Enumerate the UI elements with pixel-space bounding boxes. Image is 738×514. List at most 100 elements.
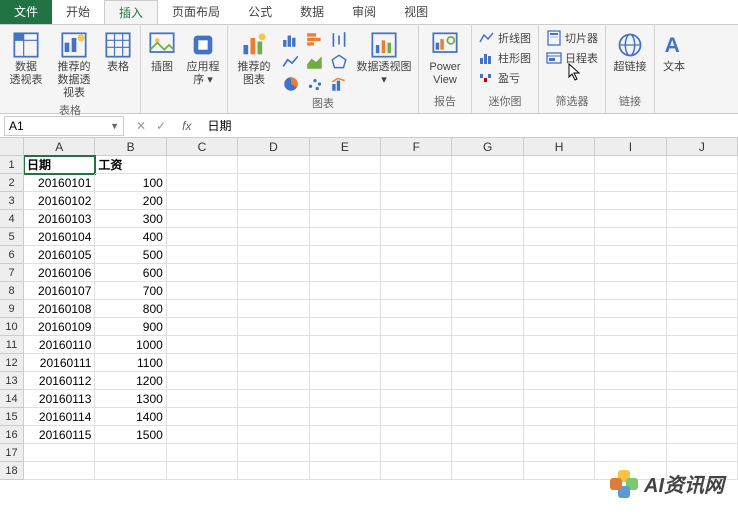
cell[interactable]	[381, 282, 452, 300]
cell[interactable]	[381, 192, 452, 210]
cell[interactable]	[238, 228, 309, 246]
cells-area[interactable]: 日期工资201601011002016010220020160103300201…	[24, 156, 738, 480]
row-header[interactable]: 13	[0, 372, 24, 390]
cell[interactable]	[667, 336, 738, 354]
row-header[interactable]: 10	[0, 318, 24, 336]
cell[interactable]	[667, 282, 738, 300]
addins-button[interactable]: 应用程序 ▾	[183, 29, 223, 89]
pivot-chart-button[interactable]: 数据透视图▾	[354, 29, 414, 89]
cell[interactable]	[238, 336, 309, 354]
cell[interactable]: 20160104	[24, 228, 95, 246]
tab-view[interactable]: 视图	[390, 0, 442, 24]
row-header[interactable]: 5	[0, 228, 24, 246]
cell[interactable]	[238, 372, 309, 390]
cell[interactable]	[167, 318, 238, 336]
cell[interactable]	[595, 210, 666, 228]
sparkline-winloss-button[interactable]: 盈亏	[476, 69, 534, 87]
cell[interactable]	[667, 264, 738, 282]
cell[interactable]	[452, 354, 523, 372]
cell[interactable]: 20160112	[24, 372, 95, 390]
cell[interactable]	[452, 192, 523, 210]
cell[interactable]	[381, 246, 452, 264]
cell[interactable]	[595, 192, 666, 210]
cell[interactable]	[238, 318, 309, 336]
illustrations-button[interactable]: 插图	[145, 29, 179, 76]
cell[interactable]: 20160111	[24, 354, 95, 372]
cell[interactable]: 20160106	[24, 264, 95, 282]
scatter-chart-icon[interactable]	[306, 75, 324, 93]
cell[interactable]	[452, 426, 523, 444]
cell[interactable]	[524, 210, 595, 228]
cell[interactable]	[595, 354, 666, 372]
cell[interactable]	[595, 300, 666, 318]
cell[interactable]	[167, 174, 238, 192]
cell[interactable]	[381, 408, 452, 426]
cell[interactable]	[667, 210, 738, 228]
cell[interactable]: 900	[95, 318, 166, 336]
cell[interactable]	[667, 192, 738, 210]
bar-chart-icon[interactable]	[306, 31, 324, 49]
tab-page-layout[interactable]: 页面布局	[158, 0, 234, 24]
cell[interactable]	[667, 174, 738, 192]
cell[interactable]	[595, 246, 666, 264]
tab-formula[interactable]: 公式	[234, 0, 286, 24]
cell[interactable]	[310, 300, 381, 318]
cell[interactable]	[667, 426, 738, 444]
cell[interactable]	[524, 318, 595, 336]
cell[interactable]	[667, 390, 738, 408]
cell[interactable]	[595, 282, 666, 300]
cell[interactable]	[667, 228, 738, 246]
cell[interactable]: 300	[95, 210, 166, 228]
cell[interactable]	[524, 300, 595, 318]
row-header[interactable]: 17	[0, 444, 24, 462]
pie-chart-icon[interactable]	[282, 75, 300, 93]
pivot-table-button[interactable]: 数据透视表	[4, 29, 48, 89]
cell[interactable]	[452, 282, 523, 300]
row-header[interactable]: 15	[0, 408, 24, 426]
cell[interactable]	[595, 174, 666, 192]
cell[interactable]	[310, 390, 381, 408]
cell[interactable]: 600	[95, 264, 166, 282]
cell[interactable]	[452, 264, 523, 282]
cell[interactable]	[238, 282, 309, 300]
cell[interactable]	[595, 372, 666, 390]
cell[interactable]	[595, 390, 666, 408]
tab-review[interactable]: 审阅	[338, 0, 390, 24]
cell[interactable]	[524, 264, 595, 282]
cell[interactable]: 20160114	[24, 408, 95, 426]
cell[interactable]	[452, 300, 523, 318]
cell[interactable]	[595, 426, 666, 444]
cell[interactable]	[24, 444, 95, 462]
row-header[interactable]: 16	[0, 426, 24, 444]
cell[interactable]	[167, 246, 238, 264]
radar-chart-icon[interactable]	[330, 53, 348, 71]
cell[interactable]	[167, 282, 238, 300]
cell[interactable]	[452, 318, 523, 336]
area-chart-icon[interactable]	[306, 53, 324, 71]
column-header[interactable]: D	[238, 138, 309, 156]
cell[interactable]	[238, 444, 309, 462]
cell[interactable]: 500	[95, 246, 166, 264]
recommended-charts-button[interactable]: 推荐的图表	[232, 29, 276, 89]
cell[interactable]	[167, 408, 238, 426]
column-header[interactable]: F	[381, 138, 452, 156]
cell[interactable]: 1000	[95, 336, 166, 354]
cell[interactable]	[381, 390, 452, 408]
cell[interactable]	[667, 318, 738, 336]
cell[interactable]	[167, 372, 238, 390]
cell[interactable]	[524, 462, 595, 480]
cell[interactable]	[310, 318, 381, 336]
cell[interactable]	[238, 210, 309, 228]
cell[interactable]	[524, 426, 595, 444]
cell[interactable]	[238, 408, 309, 426]
cell[interactable]	[310, 210, 381, 228]
recommended-pivot-button[interactable]: 推荐的数据透视表	[52, 29, 96, 102]
cell[interactable]	[524, 336, 595, 354]
row-header[interactable]: 8	[0, 282, 24, 300]
column-header[interactable]: J	[667, 138, 738, 156]
column-header[interactable]: H	[524, 138, 595, 156]
column-header[interactable]: B	[95, 138, 166, 156]
cell[interactable]: 20160109	[24, 318, 95, 336]
cell[interactable]	[167, 192, 238, 210]
cell[interactable]: 20160101	[24, 174, 95, 192]
